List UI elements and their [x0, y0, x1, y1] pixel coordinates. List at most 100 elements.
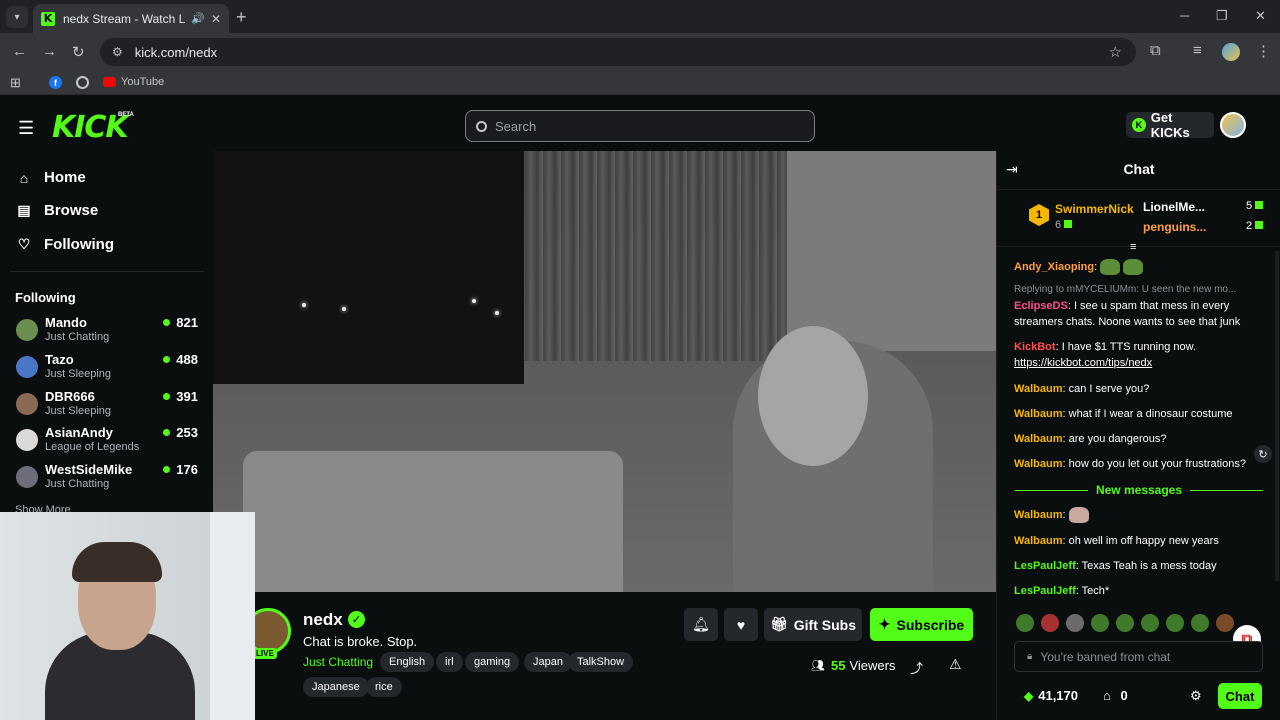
search-input[interactable]: Search: [465, 110, 815, 142]
tag[interactable]: Japanese: [303, 677, 369, 697]
chat-username[interactable]: LesPaulJeff: [1014, 585, 1076, 597]
pinned-toggle-icon[interactable]: ≡: [1130, 241, 1136, 253]
chat-scrollbar[interactable]: [1275, 251, 1279, 581]
emote-icon[interactable]: [1166, 614, 1184, 632]
youtube-bookmark[interactable]: YouTube: [103, 76, 164, 88]
leaderboard-second-name[interactable]: LionelMe...: [1143, 200, 1205, 214]
chat-input[interactable]: 🔒︎ You're banned from chat: [1014, 641, 1263, 672]
browser-profile-avatar[interactable]: [1222, 43, 1240, 61]
following-item-westsidemike[interactable]: WestSideMike Just Chatting 176: [16, 462, 202, 496]
tag[interactable]: gaming: [465, 652, 520, 672]
maximize-icon[interactable]: ❐: [1216, 8, 1228, 24]
chat-username[interactable]: Walbaum: [1014, 408, 1063, 420]
leaderboard-first-name[interactable]: SwimmerNick: [1055, 202, 1134, 216]
channel-avatar[interactable]: LIVE: [245, 608, 291, 662]
scroll-to-bottom-icon[interactable]: ↻: [1254, 445, 1272, 463]
leaderboard-second-count: 5: [1246, 200, 1264, 212]
audio-icon[interactable]: 🔊: [191, 12, 205, 25]
follow-heart-button[interactable]: ♥: [724, 608, 758, 641]
chat-username[interactable]: LesPaulJeff: [1014, 560, 1076, 572]
tag[interactable]: irl: [436, 652, 463, 672]
video-couch: [243, 451, 623, 592]
chat-link[interactable]: https://kickbot.com/tips/nedx: [1014, 357, 1152, 369]
chat-username[interactable]: KickBot: [1014, 341, 1056, 353]
chat-text: are you dangerous?: [1068, 433, 1167, 445]
gift-icon: [1255, 201, 1264, 209]
menu-icon[interactable]: ⋮: [1256, 42, 1271, 60]
chat-username[interactable]: Walbaum: [1014, 509, 1063, 521]
emote-icon[interactable]: [1191, 614, 1209, 632]
chat-username[interactable]: Walbaum: [1014, 433, 1063, 445]
subscribe-button[interactable]: ✦ Subscribe: [870, 608, 973, 641]
get-kicks-button[interactable]: K Get KICKs: [1126, 110, 1214, 140]
chat-input-placeholder: You're banned from chat: [1040, 649, 1171, 664]
facebook-bookmark[interactable]: f: [49, 76, 62, 89]
nav-browse[interactable]: ▤ Browse: [16, 202, 98, 219]
tag[interactable]: English: [380, 652, 435, 672]
kick-logo[interactable]: KICK: [52, 110, 129, 145]
chat-panel: ⇥ Chat 1 SwimmerNick 6 LionelMe... 5 pen…: [996, 151, 1280, 720]
emote-icon[interactable]: [1016, 614, 1034, 632]
emote-icon[interactable]: [1066, 614, 1084, 632]
new-tab-button[interactable]: +: [236, 7, 247, 28]
reply-context[interactable]: Replying to mMYCELIUMm: U seen the new m…: [1014, 282, 1264, 298]
gift-subs-label: Gift Subs: [793, 616, 856, 633]
video-player[interactable]: [213, 151, 996, 592]
channel-name[interactable]: nedx: [303, 610, 343, 630]
tag[interactable]: TalkShow: [568, 652, 634, 672]
tab-list-button[interactable]: ▾: [6, 6, 28, 28]
following-category: Just Chatting: [45, 478, 110, 490]
user-avatar[interactable]: [1220, 112, 1246, 138]
reload-icon[interactable]: ↻: [72, 43, 85, 61]
hamburger-menu-icon[interactable]: ☰: [18, 118, 34, 139]
stream-category[interactable]: Just Chatting: [303, 655, 373, 669]
address-bar[interactable]: ⚙ kick.com/nedx ☆: [100, 38, 1136, 66]
tag[interactable]: Japan: [524, 652, 572, 672]
url-text: kick.com/nedx: [134, 44, 218, 60]
leaderboard-third-name[interactable]: penguins...: [1143, 220, 1206, 234]
site-info-icon[interactable]: ⚙: [112, 45, 123, 59]
following-item-tazo[interactable]: Tazo Just Sleeping 488: [16, 352, 202, 386]
following-item-dbr666[interactable]: DBR666 Just Sleeping 391: [16, 389, 202, 423]
browser-tab-bar: ▾ K nedx Stream - Watch Live on Kick 🔊 ✕…: [0, 0, 1280, 33]
globe-bookmark[interactable]: [76, 76, 89, 89]
following-item-mando[interactable]: Mando Just Chatting 821: [16, 315, 202, 349]
chat-username[interactable]: Walbaum: [1014, 458, 1063, 470]
emote-icon[interactable]: [1091, 614, 1109, 632]
emote-icon[interactable]: [1141, 614, 1159, 632]
following-item-asianandy[interactable]: AsianAndy League of Legends 253: [16, 425, 202, 459]
chat-username[interactable]: Walbaum: [1014, 535, 1063, 547]
forward-icon[interactable]: →: [42, 43, 57, 60]
emote-icon[interactable]: [1216, 614, 1234, 632]
emote-icon[interactable]: [1041, 614, 1059, 632]
chat-username[interactable]: EclipseDS: [1014, 300, 1068, 312]
chat-username[interactable]: Andy_Xiaoping: [1014, 261, 1094, 273]
browser-tab[interactable]: K nedx Stream - Watch Live on Kick 🔊 ✕: [33, 4, 229, 33]
back-icon[interactable]: ←: [12, 43, 27, 60]
channel-points[interactable]: ◆ 41,170: [1024, 688, 1078, 703]
chat-settings-icon[interactable]: ⚙: [1190, 688, 1202, 704]
close-window-icon[interactable]: ✕: [1255, 8, 1266, 24]
tag[interactable]: rice: [366, 677, 402, 697]
following-category: League of Legends: [45, 441, 140, 453]
gift-subs-button[interactable]: 🎁︎ Gift Subs: [764, 608, 862, 641]
notification-bell-button[interactable]: 🔔︎: [684, 608, 718, 641]
send-chat-button[interactable]: Chat: [1218, 683, 1262, 709]
chat-username[interactable]: Walbaum: [1014, 383, 1063, 395]
minimize-icon[interactable]: ─: [1180, 8, 1189, 23]
viewer-count: 253: [163, 425, 198, 440]
store-count[interactable]: ⌂ 0: [1103, 688, 1128, 703]
report-icon[interactable]: ⚠: [949, 656, 962, 673]
bookmark-star-icon[interactable]: ☆: [1109, 43, 1122, 61]
extensions-icon[interactable]: ⧉: [1150, 42, 1161, 59]
nav-browse-label: Browse: [44, 202, 99, 219]
nav-following[interactable]: ♡ Following: [16, 236, 114, 253]
apps-grid-icon[interactable]: ⊞: [10, 75, 21, 91]
emote-icon[interactable]: [1116, 614, 1134, 632]
share-icon[interactable]: ⤴: [910, 658, 923, 677]
media-control-icon[interactable]: ≡: [1193, 42, 1202, 59]
store-count-value: 0: [1120, 688, 1128, 703]
close-tab-icon[interactable]: ✕: [211, 12, 221, 26]
store-icon: ⌂: [1103, 688, 1111, 703]
nav-home[interactable]: ⌂ Home: [16, 169, 86, 186]
